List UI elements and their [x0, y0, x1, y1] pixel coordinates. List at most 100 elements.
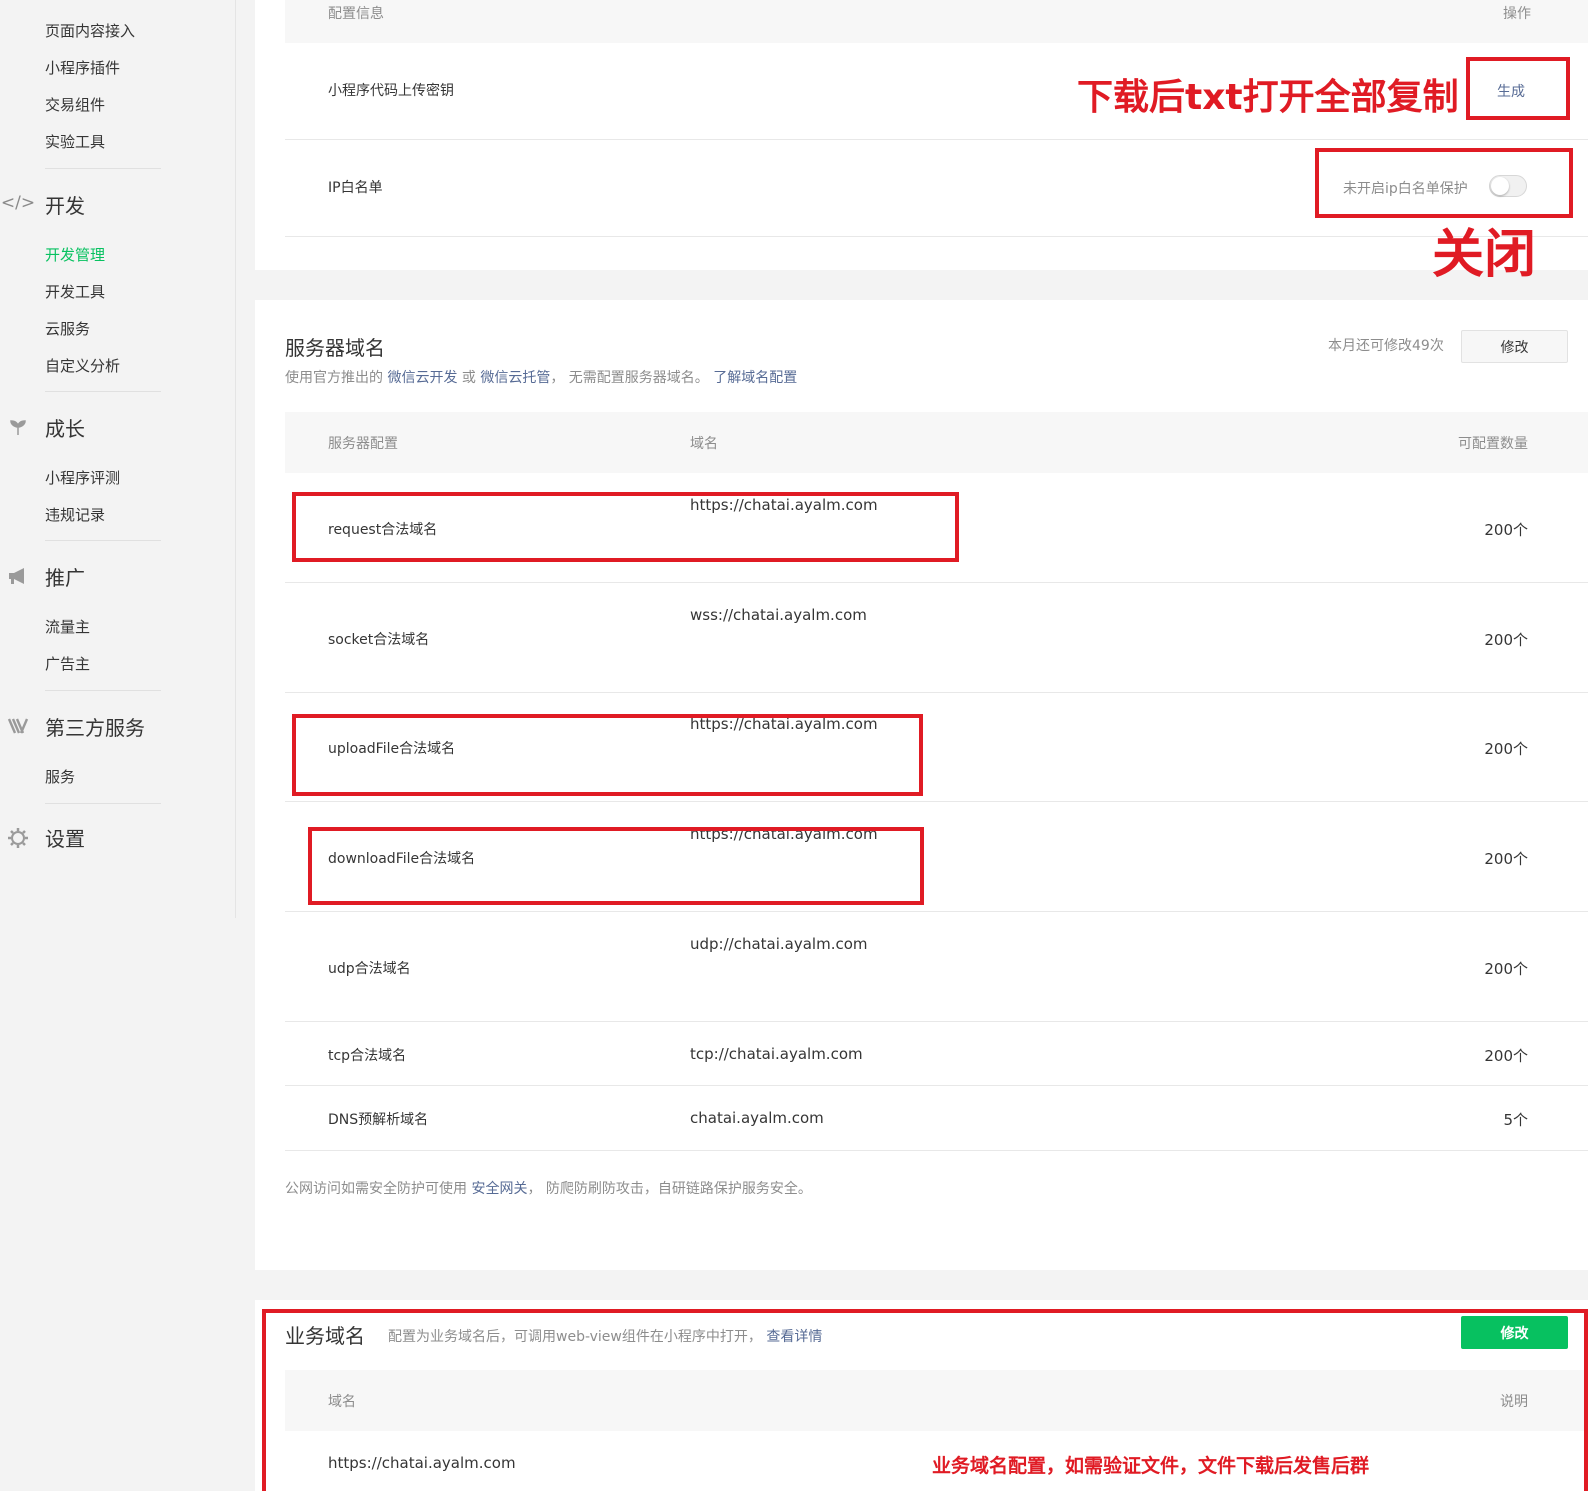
sidebar-section-third-party[interactable]: 第三方服务	[45, 712, 145, 741]
col-config-info: 配置信息	[328, 6, 384, 22]
server-domain-modify-button[interactable]: 修改	[1461, 330, 1568, 363]
sidebar-item-services[interactable]: 服务	[45, 766, 75, 787]
sidebar-item-trade-components[interactable]: 交易组件	[45, 94, 105, 115]
row-divider	[285, 911, 1588, 912]
row-divider	[285, 236, 1588, 237]
row-count: 200个	[1484, 521, 1528, 539]
sidebar-item-dev-tools[interactable]: 开发工具	[45, 281, 105, 302]
row-count: 200个	[1484, 740, 1528, 758]
sidebar-item-evaluation[interactable]: 小程序评测	[45, 467, 120, 488]
sidebar: 页面内容接入 小程序插件 交易组件 实验工具 </> 开发 开发管理 开发工具 …	[0, 0, 236, 918]
view-details-link[interactable]: 查看详情	[766, 1329, 822, 1345]
desc-text: ， 无需配置服务器域名。	[550, 370, 709, 386]
business-domain-table-header: 域名 说明	[285, 1370, 1588, 1431]
row-divider	[285, 1021, 1588, 1022]
business-domain-title: 业务域名	[285, 1324, 365, 1348]
ip-whitelist-status: 未开启ip白名单保护	[1343, 181, 1468, 197]
row-name: tcp合法域名	[328, 1048, 407, 1064]
ip-whitelist-toggle[interactable]	[1489, 175, 1527, 197]
security-gateway-link[interactable]: 安全网关	[471, 1181, 527, 1197]
cloud-dev-link[interactable]: 微信云开发	[387, 370, 457, 386]
sidebar-section-settings[interactable]: 设置	[45, 823, 85, 852]
sidebar-item-traffic-owner[interactable]: 流量主	[45, 616, 90, 637]
row-domain: https://chatai.ayalm.com	[690, 715, 878, 733]
col-action: 操作	[1503, 6, 1531, 22]
note-text: 公网访问如需安全防护可使用	[285, 1181, 467, 1197]
security-gateway-note: 公网访问如需安全防护可使用 安全网关， 防爬防刷防攻击，自研链路保护服务安全。	[285, 1178, 812, 1198]
sidebar-divider	[45, 168, 161, 169]
row-divider	[285, 801, 1588, 802]
row-name: socket合法域名	[328, 632, 430, 648]
sidebar-section-growth[interactable]: 成长	[45, 413, 85, 442]
gear-icon	[6, 826, 30, 850]
row-domain: https://chatai.ayalm.com	[690, 496, 878, 514]
row-count: 200个	[1484, 850, 1528, 868]
business-note: 业务域名配置，如需验证文件，文件下载后发售后群	[932, 1455, 1370, 1477]
row-domain: https://chatai.ayalm.com	[690, 825, 878, 843]
row-name: downloadFile合法域名	[328, 851, 476, 867]
col-domain: 域名	[328, 1394, 356, 1410]
sidebar-item-lab-tools[interactable]: 实验工具	[45, 131, 105, 152]
desc-text: 配置为业务域名后，可调用web-view组件在小程序中打开，	[388, 1329, 762, 1345]
business-domain-desc: 配置为业务域名后，可调用web-view组件在小程序中打开， 查看详情	[388, 1326, 822, 1346]
sidebar-divider	[45, 540, 161, 541]
row-divider	[285, 1150, 1588, 1151]
sidebar-section-promotion[interactable]: 推广	[45, 562, 85, 591]
sidebar-item-cloud[interactable]: 云服务	[45, 318, 90, 339]
ip-whitelist-label: IP白名单	[328, 180, 383, 196]
sidebar-divider	[45, 803, 161, 804]
sidebar-item-plugins[interactable]: 小程序插件	[45, 57, 120, 78]
server-domain-card: 服务器域名 使用官方推出的 微信云开发 或 微信云托管， 无需配置服务器域名。 …	[255, 300, 1588, 1270]
server-domain-title: 服务器域名	[285, 336, 385, 360]
dev-settings-card: 配置信息 操作 小程序代码上传密钥 生成 IP白名单 未开启ip白名单保护	[255, 0, 1588, 270]
sidebar-divider	[45, 391, 161, 392]
row-domain: udp://chatai.ayalm.com	[690, 935, 868, 953]
secret-key-label: 小程序代码上传密钥	[328, 83, 454, 99]
dev-settings-header: 配置信息 操作	[285, 0, 1588, 43]
col-description: 说明	[1500, 1394, 1528, 1410]
download-note: 下载后txt打开全部复制	[1077, 77, 1459, 118]
third-party-icon	[6, 714, 30, 738]
sidebar-item-advertiser[interactable]: 广告主	[45, 653, 90, 674]
cloud-hosting-link[interactable]: 微信云托管	[480, 370, 550, 386]
col-server-config: 服务器配置	[328, 436, 398, 452]
row-domain: chatai.ayalm.com	[690, 1109, 824, 1127]
row-name: uploadFile合法域名	[328, 741, 456, 757]
server-domain-table-header: 服务器配置 域名 可配置数量	[285, 412, 1588, 473]
row-count: 5个	[1503, 1111, 1528, 1129]
row-count: 200个	[1484, 960, 1528, 978]
col-count: 可配置数量	[1458, 436, 1528, 452]
code-icon: </>	[0, 193, 36, 213]
row-count: 200个	[1484, 1047, 1528, 1065]
close-note: 关闭	[1432, 225, 1537, 285]
row-name: DNS预解析域名	[328, 1112, 429, 1128]
sidebar-item-violations[interactable]: 违规记录	[45, 504, 105, 525]
generate-secret-link[interactable]: 生成	[1497, 81, 1525, 101]
server-domain-desc: 使用官方推出的 微信云开发 或 微信云托管， 无需配置服务器域名。 了解域名配置	[285, 367, 797, 387]
row-domain: wss://chatai.ayalm.com	[690, 606, 867, 624]
row-count: 200个	[1484, 631, 1528, 649]
sidebar-item-page-content[interactable]: 页面内容接入	[45, 20, 135, 41]
toggle-knob	[1491, 177, 1509, 195]
megaphone-icon	[6, 564, 30, 588]
remaining-modifications: 本月还可修改49次	[1328, 338, 1444, 354]
row-divider	[285, 582, 1588, 583]
note-text: ， 防爬防刷防攻击，自研链路保护服务安全。	[527, 1181, 812, 1197]
sidebar-item-dev-manage[interactable]: 开发管理	[45, 244, 105, 265]
sidebar-divider	[45, 690, 161, 691]
sidebar-item-custom-analysis[interactable]: 自定义分析	[45, 355, 120, 376]
col-domain: 域名	[690, 436, 718, 452]
sidebar-section-dev[interactable]: 开发	[45, 190, 85, 219]
learn-domain-config-link[interactable]: 了解域名配置	[713, 370, 797, 386]
row-name: request合法域名	[328, 522, 438, 538]
row-divider	[285, 692, 1588, 693]
business-domain-modify-button[interactable]: 修改	[1461, 1316, 1568, 1349]
desc-text: 或	[461, 370, 476, 386]
sprout-icon	[6, 415, 30, 439]
business-domain-card: 业务域名 配置为业务域名后，可调用web-view组件在小程序中打开， 查看详情…	[255, 1300, 1588, 1491]
desc-text: 使用官方推出的	[285, 370, 383, 386]
row-name: udp合法域名	[328, 961, 411, 977]
row-domain: tcp://chatai.ayalm.com	[690, 1045, 863, 1063]
row-divider	[285, 139, 1588, 140]
row-divider	[285, 1085, 1588, 1086]
